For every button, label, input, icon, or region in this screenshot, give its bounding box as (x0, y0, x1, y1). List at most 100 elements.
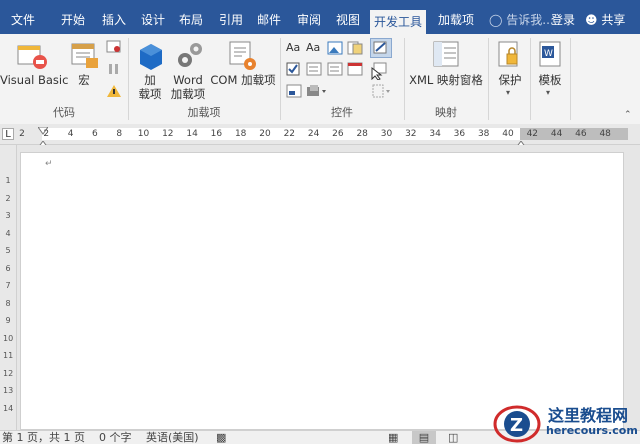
watermark-title: 这里教程网 (548, 406, 629, 425)
ruler-tick-label: 24 (307, 129, 320, 139)
word-count-status[interactable]: 0 个字 (99, 431, 132, 444)
vertical-ruler-tick-label: 3 (5, 211, 11, 220)
tab-7[interactable]: 审阅 (294, 9, 324, 31)
web-layout-icon[interactable]: ◫ (448, 431, 458, 444)
ruler-tick-label: 8 (116, 129, 123, 139)
protect-button[interactable] (495, 40, 523, 70)
print-layout-icon[interactable]: ▤ (412, 431, 436, 444)
cursor-icon (371, 62, 387, 81)
macro-button[interactable] (70, 40, 102, 72)
checkbox-icon (286, 62, 300, 76)
vertical-ruler-tick-label: 4 (5, 228, 11, 238)
tab-6[interactable]: 邮件 (254, 9, 284, 31)
ruler-tick-label: 48 (599, 129, 611, 139)
addins-label-1: 加 (144, 73, 156, 87)
design-mode-icon (373, 41, 387, 54)
template-button[interactable]: W (536, 40, 564, 70)
tab-0[interactable]: 文件 (8, 9, 38, 31)
dropdown-list-control-button[interactable] (327, 62, 343, 76)
warning-icon (107, 85, 121, 97)
visual-basic-button[interactable] (16, 40, 48, 72)
page-count-status[interactable]: 第 1 页，共 1 页 (2, 431, 85, 444)
ruler-tick-label: 38 (477, 129, 490, 139)
tab-4[interactable]: 布局 (176, 9, 206, 31)
legacy-tools-button[interactable] (286, 84, 302, 98)
macro-security-button[interactable] (106, 84, 122, 98)
building-block-icon (347, 41, 363, 55)
protect-document-icon (498, 41, 518, 67)
share-button[interactable]: ☻ 共享 (585, 9, 625, 31)
ruler-tick-label: 22 (283, 129, 296, 139)
group-controls-button[interactable] (306, 84, 328, 98)
com-addins-label: COM 加载项 (210, 73, 276, 87)
design-mode-button[interactable] (370, 38, 392, 58)
tab-selector-icon[interactable]: L (2, 128, 14, 140)
lightbulb-icon: ◯ (489, 13, 503, 27)
ruler-tick-label: 30 (380, 129, 393, 139)
vertical-ruler-tick-label: 6 (5, 263, 11, 273)
combo-box-control-button[interactable] (306, 62, 322, 76)
plain-text-control-icon[interactable]: Aa (306, 41, 324, 55)
ruler-tick-label: 10 (137, 129, 150, 139)
pause-icon (109, 64, 118, 74)
word-addins-label-2: 加载项 (170, 87, 206, 101)
tab-9[interactable]: 开发工具 (370, 10, 426, 34)
xml-mapping-pane-button[interactable] (432, 40, 462, 70)
group-separator (570, 38, 571, 120)
document-page[interactable]: ↵ (20, 152, 624, 430)
tell-me-box[interactable]: ◯ 告诉我... (489, 9, 554, 31)
herecours-logo-icon: Z (492, 402, 542, 443)
xml-mapping-label: XML 映射窗格 (409, 73, 483, 87)
read-mode-icon[interactable]: ▦ (388, 431, 398, 444)
template-label: 模板 (538, 73, 562, 87)
properties-button[interactable] (370, 62, 388, 81)
login-button[interactable]: 登录 (551, 9, 575, 31)
word-addins-label-1: Word (173, 73, 203, 87)
collapse-ribbon-icon[interactable]: ⌃ (624, 110, 632, 120)
tab-1[interactable]: 开始 (58, 9, 88, 31)
record-macro-icon (106, 40, 121, 53)
visual-basic-icon (17, 45, 47, 69)
ruler-tick-label: 12 (162, 129, 174, 139)
ruler-tick-label: 4 (67, 129, 74, 139)
tab-2[interactable]: 插入 (99, 9, 129, 31)
building-block-button[interactable] (347, 41, 363, 55)
template-dropdown-arrow-icon[interactable]: ▾ (546, 88, 550, 97)
xml-mapping-icon (433, 41, 459, 67)
ruler-tick-label: 20 (259, 129, 271, 139)
date-picker-control-button[interactable] (347, 62, 363, 76)
addins-button[interactable] (138, 42, 164, 72)
person-icon: ☻ (585, 13, 598, 27)
record-macro-button[interactable] (106, 40, 122, 54)
ruler-tick-label: 40 (502, 129, 514, 139)
ruler-tick-label: 34 (429, 129, 441, 139)
tab-5[interactable]: 引用 (216, 9, 246, 31)
vertical-ruler-tick-label: 12 (3, 368, 14, 378)
vertical-ruler-tick-label: 7 (5, 281, 11, 290)
macro-record-status-icon[interactable]: ▩ (216, 431, 226, 444)
repeating-section-button[interactable] (370, 84, 392, 98)
share-label: 共享 (601, 13, 626, 27)
language-status[interactable]: 英语(美国) (146, 431, 199, 444)
rich-text-control-icon[interactable]: Aa (286, 41, 304, 55)
vertical-ruler-tick-label: 8 (5, 298, 11, 308)
ruler-tick-label: 44 (550, 129, 563, 139)
pause-recording-button[interactable] (106, 62, 122, 76)
ruler-tick-label: 2 (43, 129, 50, 139)
tab-8[interactable]: 视图 (333, 9, 363, 31)
ruler-tick-label: 36 (453, 129, 466, 139)
tab-3[interactable]: 设计 (138, 9, 168, 31)
page-corner-mark (31, 153, 43, 154)
svg-text:Z: Z (510, 415, 523, 436)
com-addins-button[interactable] (228, 40, 258, 72)
checkbox-control-button[interactable] (286, 62, 302, 76)
protect-dropdown-arrow-icon[interactable]: ▾ (506, 88, 510, 97)
picture-control-button[interactable] (327, 41, 343, 55)
protect-label: 保护 (498, 73, 522, 87)
tab-10[interactable]: 加载项 (434, 9, 478, 31)
group-separator (530, 38, 531, 120)
calendar-icon (347, 62, 363, 76)
gears-icon (178, 43, 202, 67)
paragraph-mark-icon: ↵ (45, 159, 53, 169)
word-addins-button[interactable] (176, 40, 204, 72)
